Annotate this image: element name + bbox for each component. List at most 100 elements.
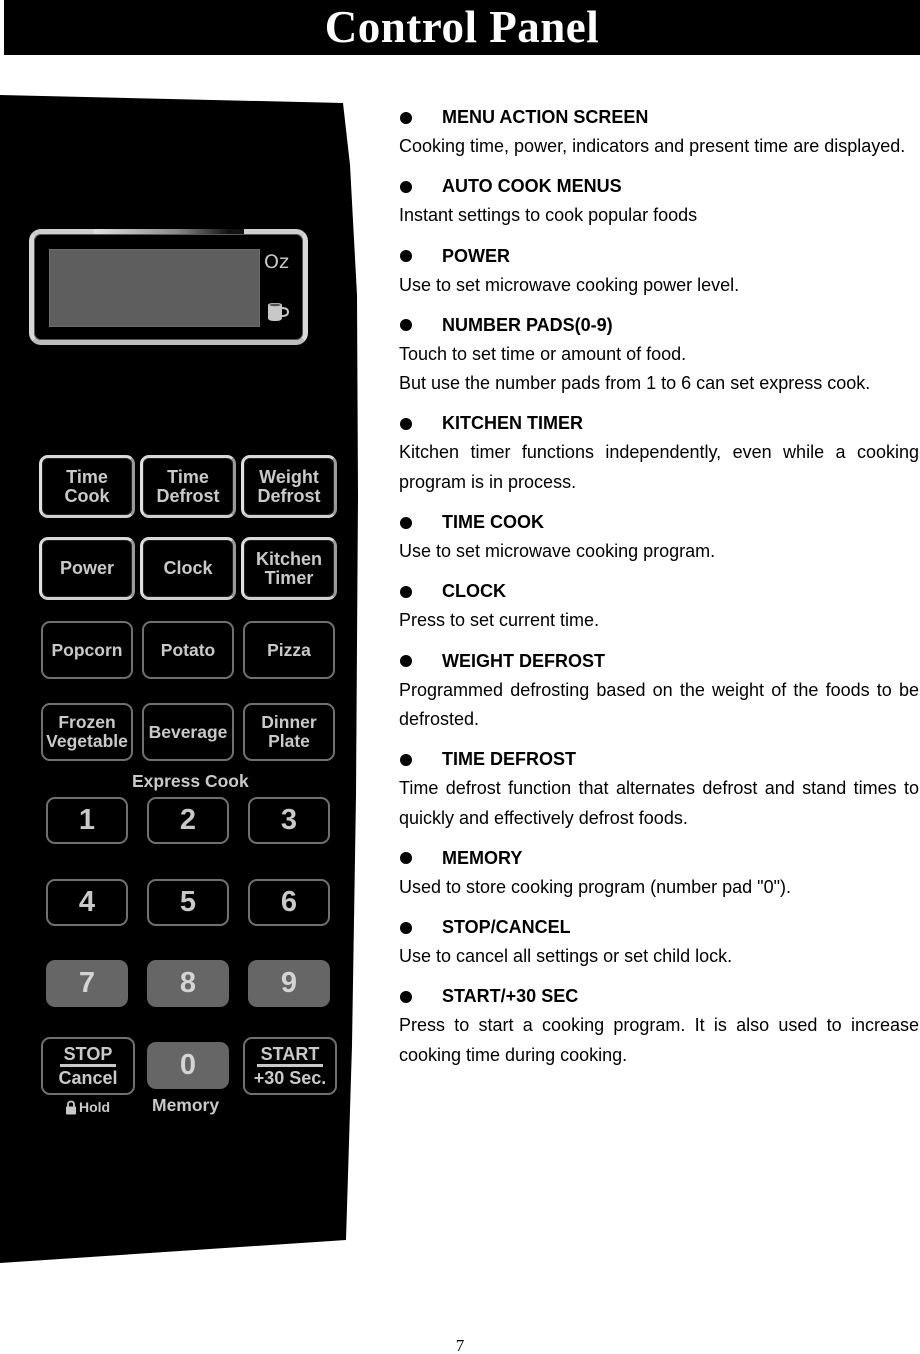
description-item: STOP/CANCEL Use to cancel all settings or… <box>399 913 919 971</box>
description-item: AUTO COOK MENUS Instant settings to cook … <box>399 172 919 230</box>
bullet-icon <box>400 111 412 124</box>
clock-button[interactable]: Clock <box>140 537 236 600</box>
description-text: Used to store cooking program (number pa… <box>399 876 791 897</box>
description-item: KITCHEN TIMER Kitchen timer functions ind… <box>399 409 919 497</box>
key-label: 9 <box>280 967 298 999</box>
frozen-vegetable-button[interactable]: Frozen Vegetable <box>41 703 133 761</box>
key-label: 0 <box>179 1049 197 1081</box>
weight-defrost-button[interactable]: Weight Defrost <box>241 455 337 518</box>
heading-text: KITCHEN TIMER <box>442 413 583 434</box>
number-6-button[interactable]: 6 <box>248 879 330 926</box>
heading-text: POWER <box>442 245 511 266</box>
bullet-icon <box>400 180 412 193</box>
stop-cancel-button[interactable]: STOP Cancel <box>41 1037 135 1095</box>
description-text: Kitchen timer functions independently, e… <box>399 442 919 492</box>
key-label: Cancel <box>58 1067 118 1088</box>
description-item: POWER Use to set microwave cooking power … <box>399 242 919 300</box>
number-4-button[interactable]: 4 <box>46 879 128 926</box>
beverage-button[interactable]: Beverage <box>142 703 234 761</box>
description-item: NUMBER PADS(0-9) Touch to set time or amo… <box>399 311 919 399</box>
bullet-icon <box>400 655 412 668</box>
description-heading: POWER <box>399 242 919 271</box>
description-text: Press to set current time. <box>399 610 600 631</box>
number-8-button[interactable]: 8 <box>147 960 229 1007</box>
number-1-button[interactable]: 1 <box>46 797 128 844</box>
number-3-button[interactable]: 3 <box>248 797 330 844</box>
key-label: 8 <box>179 967 197 999</box>
description-text: Use to cancel all settings or set child … <box>399 946 733 967</box>
bullet-icon <box>400 250 412 263</box>
key-label: Dinner <box>261 712 317 732</box>
description-heading: MEMORY <box>399 844 919 873</box>
number-0-memory-button[interactable]: 0 <box>147 1042 229 1089</box>
bullet-icon <box>400 753 412 766</box>
description-text: Cooking time, power, indicators and pres… <box>399 136 906 156</box>
number-2-button[interactable]: 2 <box>147 797 229 844</box>
bullet-icon <box>400 319 412 332</box>
heading-text: MENU ACTION SCREEN <box>442 107 649 127</box>
key-label: Weight <box>259 466 319 487</box>
bullet-icon <box>400 417 412 430</box>
time-cook-button[interactable]: Time Cook <box>39 455 135 518</box>
key-label: 3 <box>280 804 298 836</box>
heading-text: CLOCK <box>442 581 506 602</box>
key-label: 1 <box>78 804 96 836</box>
description-text: Time defrost function that alternates de… <box>399 778 919 828</box>
description-heading: KITCHEN TIMER <box>399 409 919 438</box>
key-label: START <box>256 1044 324 1067</box>
description-item: MEMORY Used to store cooking program (num… <box>399 844 919 902</box>
key-label: Pizza <box>267 639 311 660</box>
number-7-button[interactable]: 7 <box>46 960 128 1007</box>
key-label: 2 <box>179 804 197 836</box>
potato-button[interactable]: Potato <box>142 621 234 679</box>
start-30sec-button[interactable]: START +30 Sec. <box>243 1037 337 1095</box>
key-label: Beverage <box>148 721 228 742</box>
key-label: Power <box>59 558 115 578</box>
lcd-display <box>49 249 260 327</box>
bullet-icon <box>400 585 412 598</box>
kitchen-timer-button[interactable]: Kitchen Timer <box>241 537 337 600</box>
key-label: Popcorn <box>51 639 123 660</box>
power-button[interactable]: Power <box>39 537 135 600</box>
description-item: CLOCK Press to set current time. <box>399 577 919 635</box>
description-text: Press to start a cooking program. It is … <box>399 1015 919 1065</box>
heading-text: STOP/CANCEL <box>442 917 571 938</box>
heading-text: TIME DEFROST <box>442 749 576 770</box>
key-label: +30 Sec. <box>253 1067 327 1088</box>
description-heading: NUMBER PADS(0-9) <box>399 311 919 340</box>
bullet-icon <box>400 990 412 1003</box>
key-label: 6 <box>280 886 298 918</box>
key-label: 5 <box>179 886 197 918</box>
description-text: Touch to set time or amount of food. <box>399 343 687 364</box>
control-panel-illustration: Oz Time Cook Time Defrost Weight Defrost… <box>0 0 380 1300</box>
dinner-plate-button[interactable]: Dinner Plate <box>243 703 335 761</box>
lock-icon <box>66 1100 76 1115</box>
oz-indicator: Oz <box>264 251 289 273</box>
pizza-button[interactable]: Pizza <box>243 621 335 679</box>
key-label: Vegetable <box>46 731 128 751</box>
number-9-button[interactable]: 9 <box>248 960 330 1007</box>
key-label: Potato <box>160 639 216 660</box>
popcorn-button[interactable]: Popcorn <box>41 621 133 679</box>
express-cook-label: Express Cook <box>132 771 249 791</box>
description-item: START/+30 SEC Press to start a cooking pr… <box>399 982 919 1070</box>
description-heading: CLOCK <box>399 577 919 606</box>
time-defrost-button[interactable]: Time Defrost <box>140 455 236 518</box>
heading-text: START/+30 SEC <box>442 986 579 1007</box>
cup-icon <box>268 303 289 321</box>
child-lock-hold-label: Hold <box>65 1099 110 1115</box>
heading-text: MEMORY <box>442 847 523 868</box>
key-label: 4 <box>78 886 96 918</box>
key-label: STOP <box>59 1044 117 1067</box>
key-label: Frozen <box>58 712 116 732</box>
description-heading: STOP/CANCEL <box>399 913 919 942</box>
description-heading: TIME DEFROST <box>399 745 919 774</box>
description-text: But use the number pads from 1 to 6 can … <box>399 373 871 394</box>
bullet-icon <box>400 921 412 934</box>
description-heading: TIME COOK <box>399 508 919 537</box>
number-5-button[interactable]: 5 <box>147 879 229 926</box>
key-label: Defrost <box>257 485 321 506</box>
key-label: Clock <box>163 558 213 578</box>
page-number: 7 <box>455 1336 465 1354</box>
key-label: Plate <box>268 731 310 751</box>
